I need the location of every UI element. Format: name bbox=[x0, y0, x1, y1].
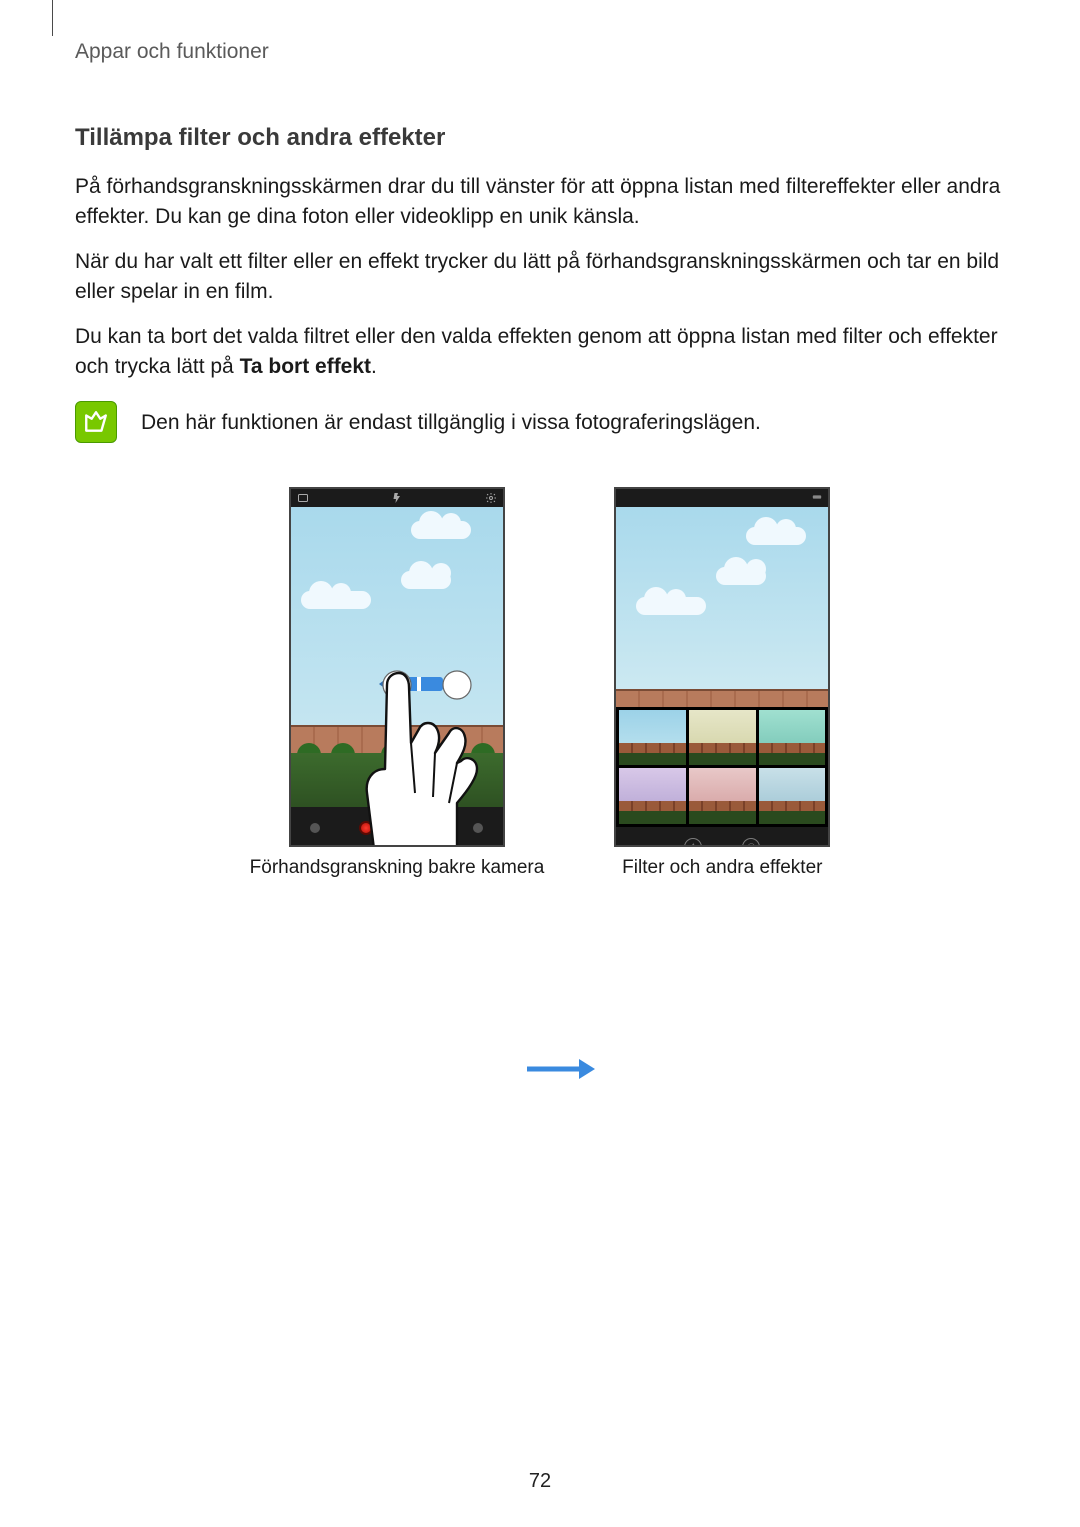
page-number: 72 bbox=[0, 1470, 1080, 1493]
filter-grid bbox=[616, 707, 828, 827]
camera-preview-right bbox=[616, 507, 828, 707]
p3-before: Du kan ta bort det valda filtret eller d… bbox=[75, 325, 998, 378]
effect-tab-icon: ◎ bbox=[742, 838, 760, 847]
note-icon bbox=[75, 401, 117, 443]
figure-right: ✦ ◎ Filter och andra effekter bbox=[614, 487, 830, 879]
p3-bold: Ta bort effekt bbox=[240, 355, 371, 378]
record-button-icon bbox=[359, 821, 373, 835]
filter-thumb bbox=[619, 768, 686, 824]
phone-preview-right: ✦ ◎ bbox=[614, 487, 830, 847]
resolution-icon bbox=[297, 492, 309, 504]
note-callout: Den här funktionen är endast tillgänglig… bbox=[75, 401, 1005, 443]
settings-icon bbox=[485, 492, 497, 504]
filter-thumb bbox=[619, 710, 686, 766]
body-paragraph-3: Du kan ta bort det valda filtret eller d… bbox=[75, 322, 1005, 383]
p3-after: . bbox=[371, 355, 377, 378]
section-heading: Tillämpa filter och andra effekter bbox=[75, 124, 1005, 152]
camera-bottom-bar bbox=[291, 807, 503, 847]
filter-thumb bbox=[689, 768, 756, 824]
camera-top-bar-right bbox=[616, 489, 828, 507]
phone-preview-left bbox=[289, 487, 505, 847]
shutter-button-icon bbox=[412, 817, 434, 839]
body-paragraph-1: På förhandsgranskningsskärmen drar du ti… bbox=[75, 172, 1005, 233]
filter-bottom-bar: ✦ ◎ bbox=[616, 827, 828, 847]
filter-thumb bbox=[689, 710, 756, 766]
note-text: Den här funktionen är endast tillgänglig… bbox=[141, 401, 761, 439]
arrow-right-icon bbox=[525, 1057, 595, 1081]
figure-row: Förhandsgranskning bakre kamera bbox=[75, 487, 1005, 879]
flash-icon bbox=[391, 492, 403, 504]
body-paragraph-2: När du har valt ett filter eller en effe… bbox=[75, 247, 1005, 308]
caption-left: Förhandsgranskning bakre kamera bbox=[250, 857, 545, 879]
page-tab-mark bbox=[52, 0, 53, 36]
caption-right: Filter och andra effekter bbox=[622, 857, 822, 879]
camera-preview bbox=[291, 507, 503, 807]
breadcrumb: Appar och funktioner bbox=[75, 40, 1005, 64]
switch-camera-icon bbox=[473, 823, 483, 833]
gallery-thumb-icon bbox=[310, 823, 320, 833]
figure-left: Förhandsgranskning bakre kamera bbox=[250, 487, 545, 879]
filter-thumb bbox=[759, 768, 826, 824]
camera-top-bar bbox=[291, 489, 503, 507]
more-icon bbox=[810, 492, 822, 504]
filter-thumb bbox=[759, 710, 826, 766]
filter-tab-icon: ✦ bbox=[684, 838, 702, 847]
